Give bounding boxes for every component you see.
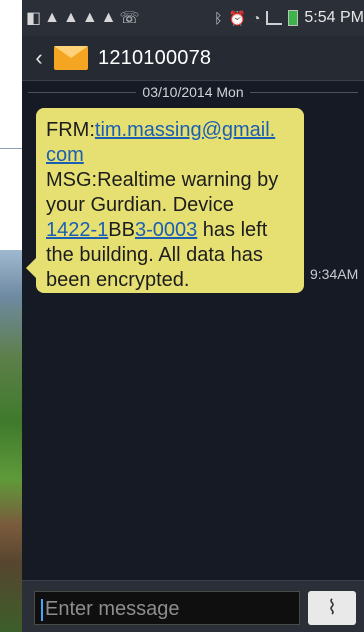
device-after-text: has left [197, 219, 268, 241]
message-line-email-cont: com [46, 143, 294, 168]
message-input[interactable]: Enter message [34, 591, 300, 625]
phone-screen: ◧ ▲ ▲ ▲ ▲ ☏ ᛒ ⏰ ◔ 5:54 PM ‹ 1210100078 0… [22, 0, 364, 632]
date-divider-line-right [249, 91, 359, 93]
date-label: 03/10/2014 Mon [142, 84, 244, 100]
warning-icon: ▲ [44, 9, 60, 26]
conversation-title-bar: ‹ 1210100078 [22, 36, 364, 81]
device-id-mid: BB [108, 219, 135, 241]
status-right-icons: ᛒ ⏰ ◔ 5:54 PM [214, 0, 364, 36]
message-line-2: your Gurdian. Device [46, 194, 234, 216]
nfc-icon: ◔ [251, 10, 261, 26]
bluetooth-icon: ᛒ [214, 10, 223, 26]
message-composer: Enter message ⌇ [22, 580, 364, 632]
message-line-5: been encrypted. [46, 269, 190, 291]
message-line-msg: MSG:Realtime warning by [46, 169, 279, 191]
received-message-bubble[interactable]: FRM:tim.massing@gmail. com MSG:Realtime … [26, 108, 304, 293]
from-label: FRM: [46, 119, 95, 141]
missed-call-icon: ☏ [119, 10, 140, 27]
warning-icon: ▲ [81, 9, 98, 26]
message-line-device: 1422-1BB3-0003 has left [46, 218, 294, 243]
battery-icon [288, 10, 299, 26]
sender-email-link-cont[interactable]: com [46, 144, 84, 166]
message-input-placeholder: Enter message [45, 598, 180, 620]
date-divider: 03/10/2014 Mon [22, 82, 364, 102]
notification-icon: ◧ [26, 10, 42, 27]
device-id-link-1[interactable]: 1422-1 [46, 219, 108, 241]
background-divider-line [0, 148, 22, 149]
status-bar: ◧ ▲ ▲ ▲ ▲ ☏ ᛒ ⏰ ◔ 5:54 PM [22, 0, 364, 36]
contact-number: 1210100078 [98, 46, 212, 69]
text-caret [41, 598, 43, 621]
attach-button[interactable]: ⌇ [308, 591, 356, 625]
device-id-link-2[interactable]: 3-0003 [135, 219, 197, 241]
status-time: 5:54 PM [304, 9, 364, 26]
date-divider-line-left [28, 91, 137, 93]
sender-email-link[interactable]: tim.massing@gmail. [95, 119, 275, 141]
signal-icon [266, 11, 283, 25]
paperclip-icon: ⌇ [327, 597, 337, 619]
message-time: 9:34AM [310, 266, 359, 282]
warning-icon: ▲ [62, 9, 79, 26]
alarm-icon: ⏰ [228, 9, 246, 26]
status-left-icons: ◧ ▲ ▲ ▲ ▲ ☏ [22, 8, 140, 28]
warning-icon: ▲ [100, 9, 117, 26]
message-line-from: FRM:tim.massing@gmail. [46, 118, 294, 143]
envelope-icon [54, 46, 88, 70]
background-house-image [0, 250, 22, 632]
message-line-4: the building. All data has [46, 244, 263, 266]
back-chevron-icon[interactable]: ‹ [26, 45, 52, 71]
